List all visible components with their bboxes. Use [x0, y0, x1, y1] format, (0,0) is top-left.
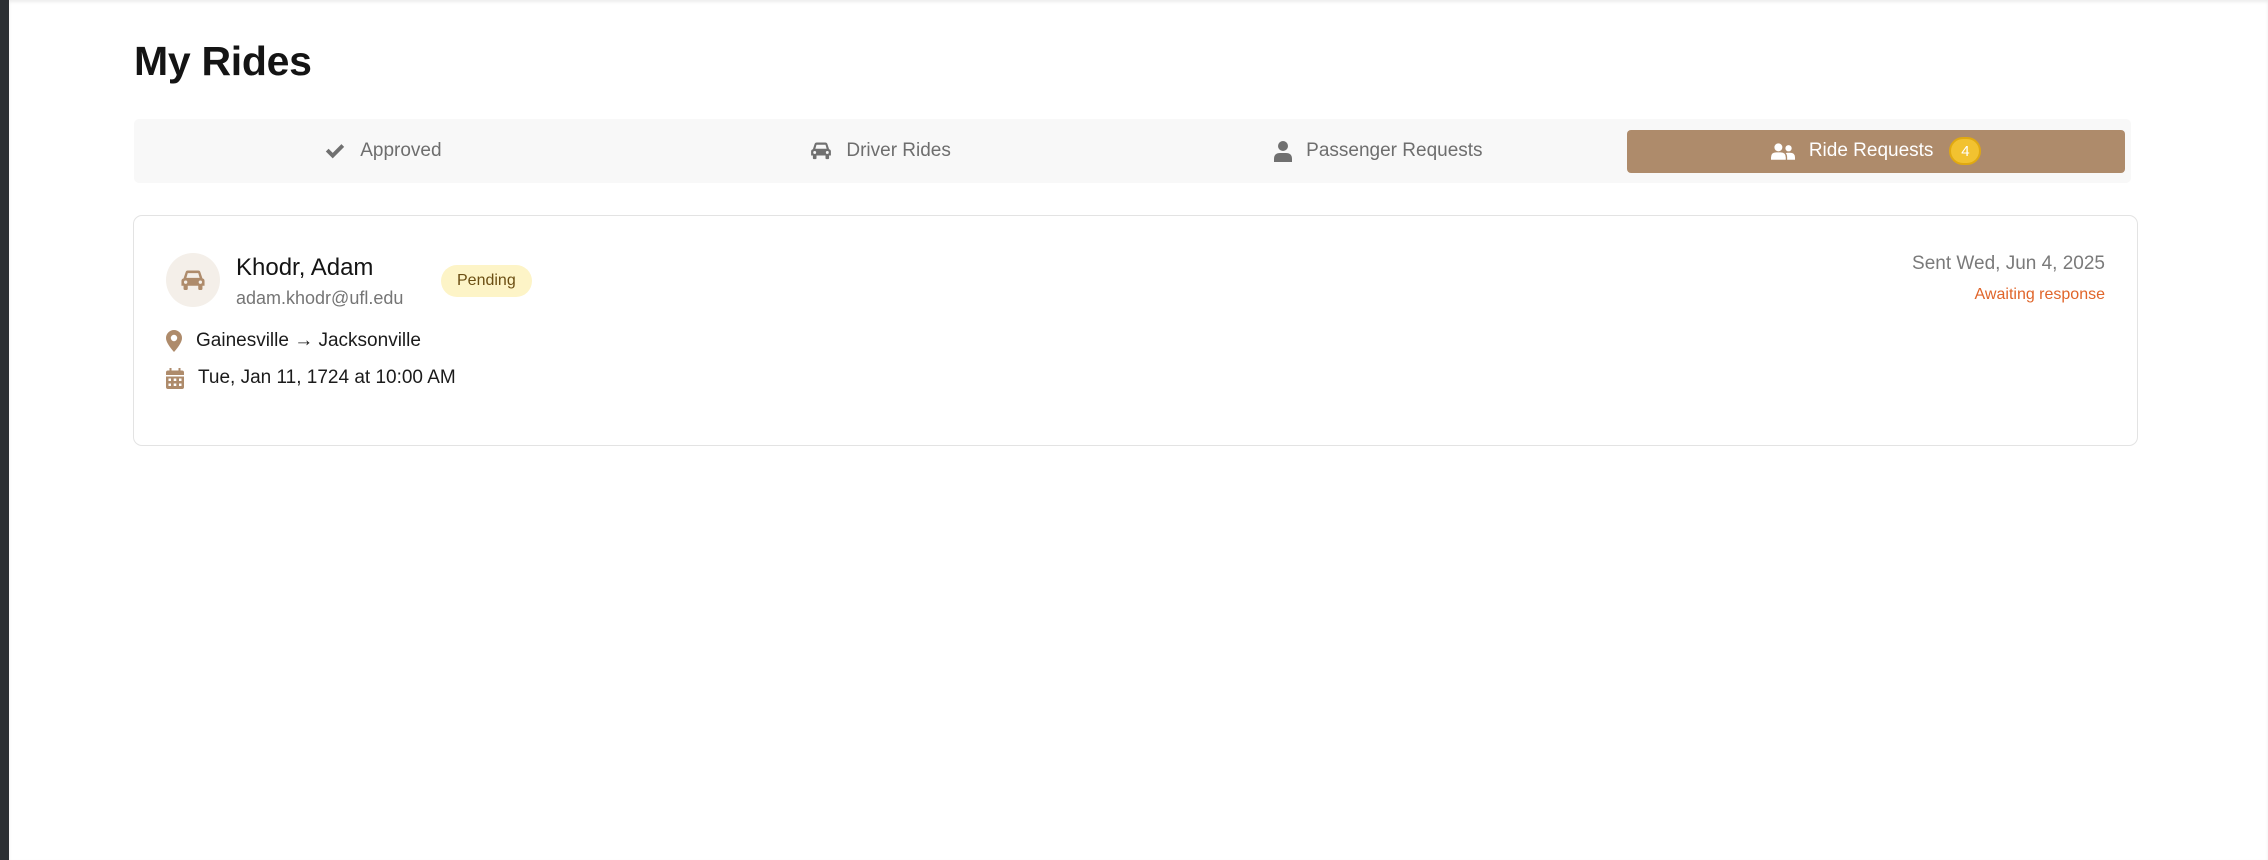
- person-icon: [1274, 140, 1293, 162]
- request-count-badge: 4: [1949, 137, 1982, 165]
- ride-datetime: Tue, Jan 11, 1724 at 10:00 AM: [198, 367, 456, 388]
- tab-ride-requests-label: Ride Requests: [1808, 140, 1934, 161]
- date-row: Tue, Jan 11, 1724 at 10:00 AM: [166, 367, 456, 389]
- car-icon: [811, 142, 832, 160]
- tab-passenger-requests-label: Passenger Requests: [1306, 140, 1483, 161]
- ride-request-card[interactable]: Khodr, Adam adam.khodr@ufl.edu Pending G…: [133, 215, 2138, 446]
- sent-date: Sent Wed, Jun 4, 2025: [1912, 253, 2105, 274]
- tab-driver-rides-label: Driver Rides: [846, 140, 951, 161]
- requester-email: adam.khodr@ufl.edu: [236, 288, 404, 308]
- status-badge: Pending: [441, 265, 532, 297]
- map-pin-icon: [166, 330, 182, 352]
- route-row: Gainesville → Jacksonville: [166, 330, 421, 352]
- car-icon: [181, 270, 205, 290]
- tab-bar: Approved Driver Rides Passenger Requests…: [134, 119, 2131, 183]
- tab-ride-requests[interactable]: Ride Requests 4: [1627, 129, 2125, 173]
- tab-passenger-requests[interactable]: Passenger Requests: [1130, 130, 1628, 173]
- page-title: My Rides: [134, 38, 312, 84]
- tab-approved-label: Approved: [360, 140, 442, 161]
- check-icon: [326, 144, 345, 159]
- avatar: [166, 253, 220, 307]
- page: My Rides Approved Driver Rides Passenger…: [9, 0, 2268, 860]
- route-text: Gainesville → Jacksonville: [196, 330, 421, 351]
- response-status: Awaiting response: [1974, 286, 2105, 303]
- tab-approved[interactable]: Approved: [134, 130, 632, 173]
- tab-driver-rides[interactable]: Driver Rides: [632, 130, 1130, 173]
- users-icon: [1770, 142, 1795, 160]
- requester-name: Khodr, Adam: [236, 254, 374, 281]
- calendar-icon: [166, 367, 184, 389]
